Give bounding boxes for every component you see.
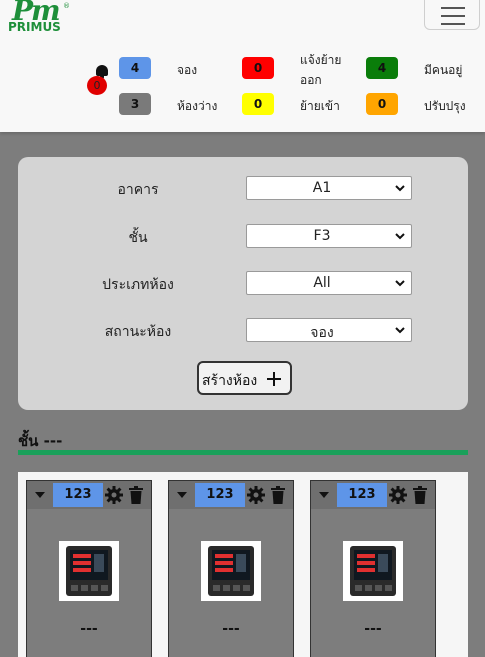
floor-select[interactable]: F3 <box>246 224 412 248</box>
stat-renovation-count[interactable]: 0 <box>366 93 398 115</box>
stat-renovation-label: ปรับปรุง <box>424 99 466 113</box>
room-card[interactable]: 123 --- <box>310 480 436 657</box>
menu-toggle-button[interactable] <box>424 0 480 30</box>
room-name: --- <box>364 621 382 637</box>
chevron-down-icon <box>395 280 405 287</box>
stat-occupied-label: มีคนอยู่ <box>424 63 463 77</box>
stat-moveout-count[interactable]: 0 <box>242 57 274 79</box>
power-meter-image <box>201 541 261 601</box>
building-select-value: A1 <box>312 180 332 196</box>
room-status-select-value: จอง <box>310 325 334 341</box>
floor-select-value: F3 <box>313 228 331 244</box>
room-status-select[interactable]: จอง <box>246 318 412 342</box>
building-filter-label: อาคาร <box>117 182 159 198</box>
room-card-header: 123 <box>169 481 293 509</box>
room-type-select-value: All <box>313 275 331 291</box>
hamburger-menu-icon-bar <box>441 23 465 25</box>
hamburger-menu-icon <box>441 7 465 9</box>
notification-count-badge: 0 <box>87 76 107 95</box>
stat-occupied-count[interactable]: 4 <box>366 57 398 79</box>
caret-down-icon[interactable] <box>177 492 187 498</box>
room-card[interactable]: 123 --- <box>26 480 152 657</box>
room-card-header: 123 <box>311 481 435 509</box>
power-meter-image <box>59 541 119 601</box>
caret-down-icon[interactable] <box>35 492 45 498</box>
plus-icon <box>267 372 281 386</box>
room-number: 123 <box>337 483 387 507</box>
room-name: --- <box>222 621 240 637</box>
caret-down-icon[interactable] <box>319 492 329 498</box>
floor-divider <box>18 450 468 455</box>
room-type-filter-label: ประเภทห้อง <box>102 277 174 293</box>
trash-icon[interactable] <box>129 486 143 504</box>
trash-icon[interactable] <box>271 486 285 504</box>
logo-registered: ® <box>63 2 70 10</box>
stat-moveout-label: แจ้งย้ายออก <box>300 53 342 87</box>
room-status-filter-label: สถานะห้อง <box>104 324 172 340</box>
gear-icon[interactable] <box>389 486 407 504</box>
room-number: 123 <box>195 483 245 507</box>
trash-icon[interactable] <box>413 486 427 504</box>
power-meter-graphic <box>350 546 396 596</box>
stat-reserved-count[interactable]: 4 <box>119 57 151 79</box>
room-card-header: 123 <box>27 481 151 509</box>
gear-icon[interactable] <box>105 486 123 504</box>
room-number: 123 <box>53 483 103 507</box>
stat-reserved-label: จอง <box>177 63 198 77</box>
chevron-down-icon <box>395 327 405 334</box>
power-meter-image <box>343 541 403 601</box>
stat-vacant-count[interactable]: 3 <box>119 93 151 115</box>
stat-movein-label: ย้ายเข้า <box>300 99 340 113</box>
hamburger-menu-icon-bar <box>441 15 465 17</box>
chevron-down-icon <box>395 185 405 192</box>
stat-vacant-label: ห้องว่าง <box>177 99 218 113</box>
stat-movein-count[interactable]: 0 <box>242 93 274 115</box>
building-select[interactable]: A1 <box>246 176 412 200</box>
room-type-select[interactable]: All <box>246 271 412 295</box>
top-navbar: Pm ® PRIMUS 0 4 จอง 0 แจ้งย้ายออก 4 มีคน… <box>0 0 485 132</box>
filter-panel: อาคาร A1 ชั้น F3 ประเภทห้อง All สถานะห้อ… <box>18 157 468 410</box>
room-card[interactable]: 123 --- <box>168 480 294 657</box>
create-room-button[interactable]: สร้างห้อง <box>197 361 292 395</box>
power-meter-graphic <box>208 546 254 596</box>
primus-logo[interactable]: Pm ® PRIMUS <box>8 0 70 36</box>
gear-icon[interactable] <box>247 486 265 504</box>
floor-filter-label: ชั้น <box>128 230 148 246</box>
room-name: --- <box>80 621 98 637</box>
chevron-down-icon <box>395 233 405 240</box>
bell-icon-body <box>96 65 108 76</box>
create-room-label: สร้างห้อง <box>202 373 258 389</box>
power-meter-graphic <box>66 546 112 596</box>
logo-text: PRIMUS <box>8 20 61 34</box>
